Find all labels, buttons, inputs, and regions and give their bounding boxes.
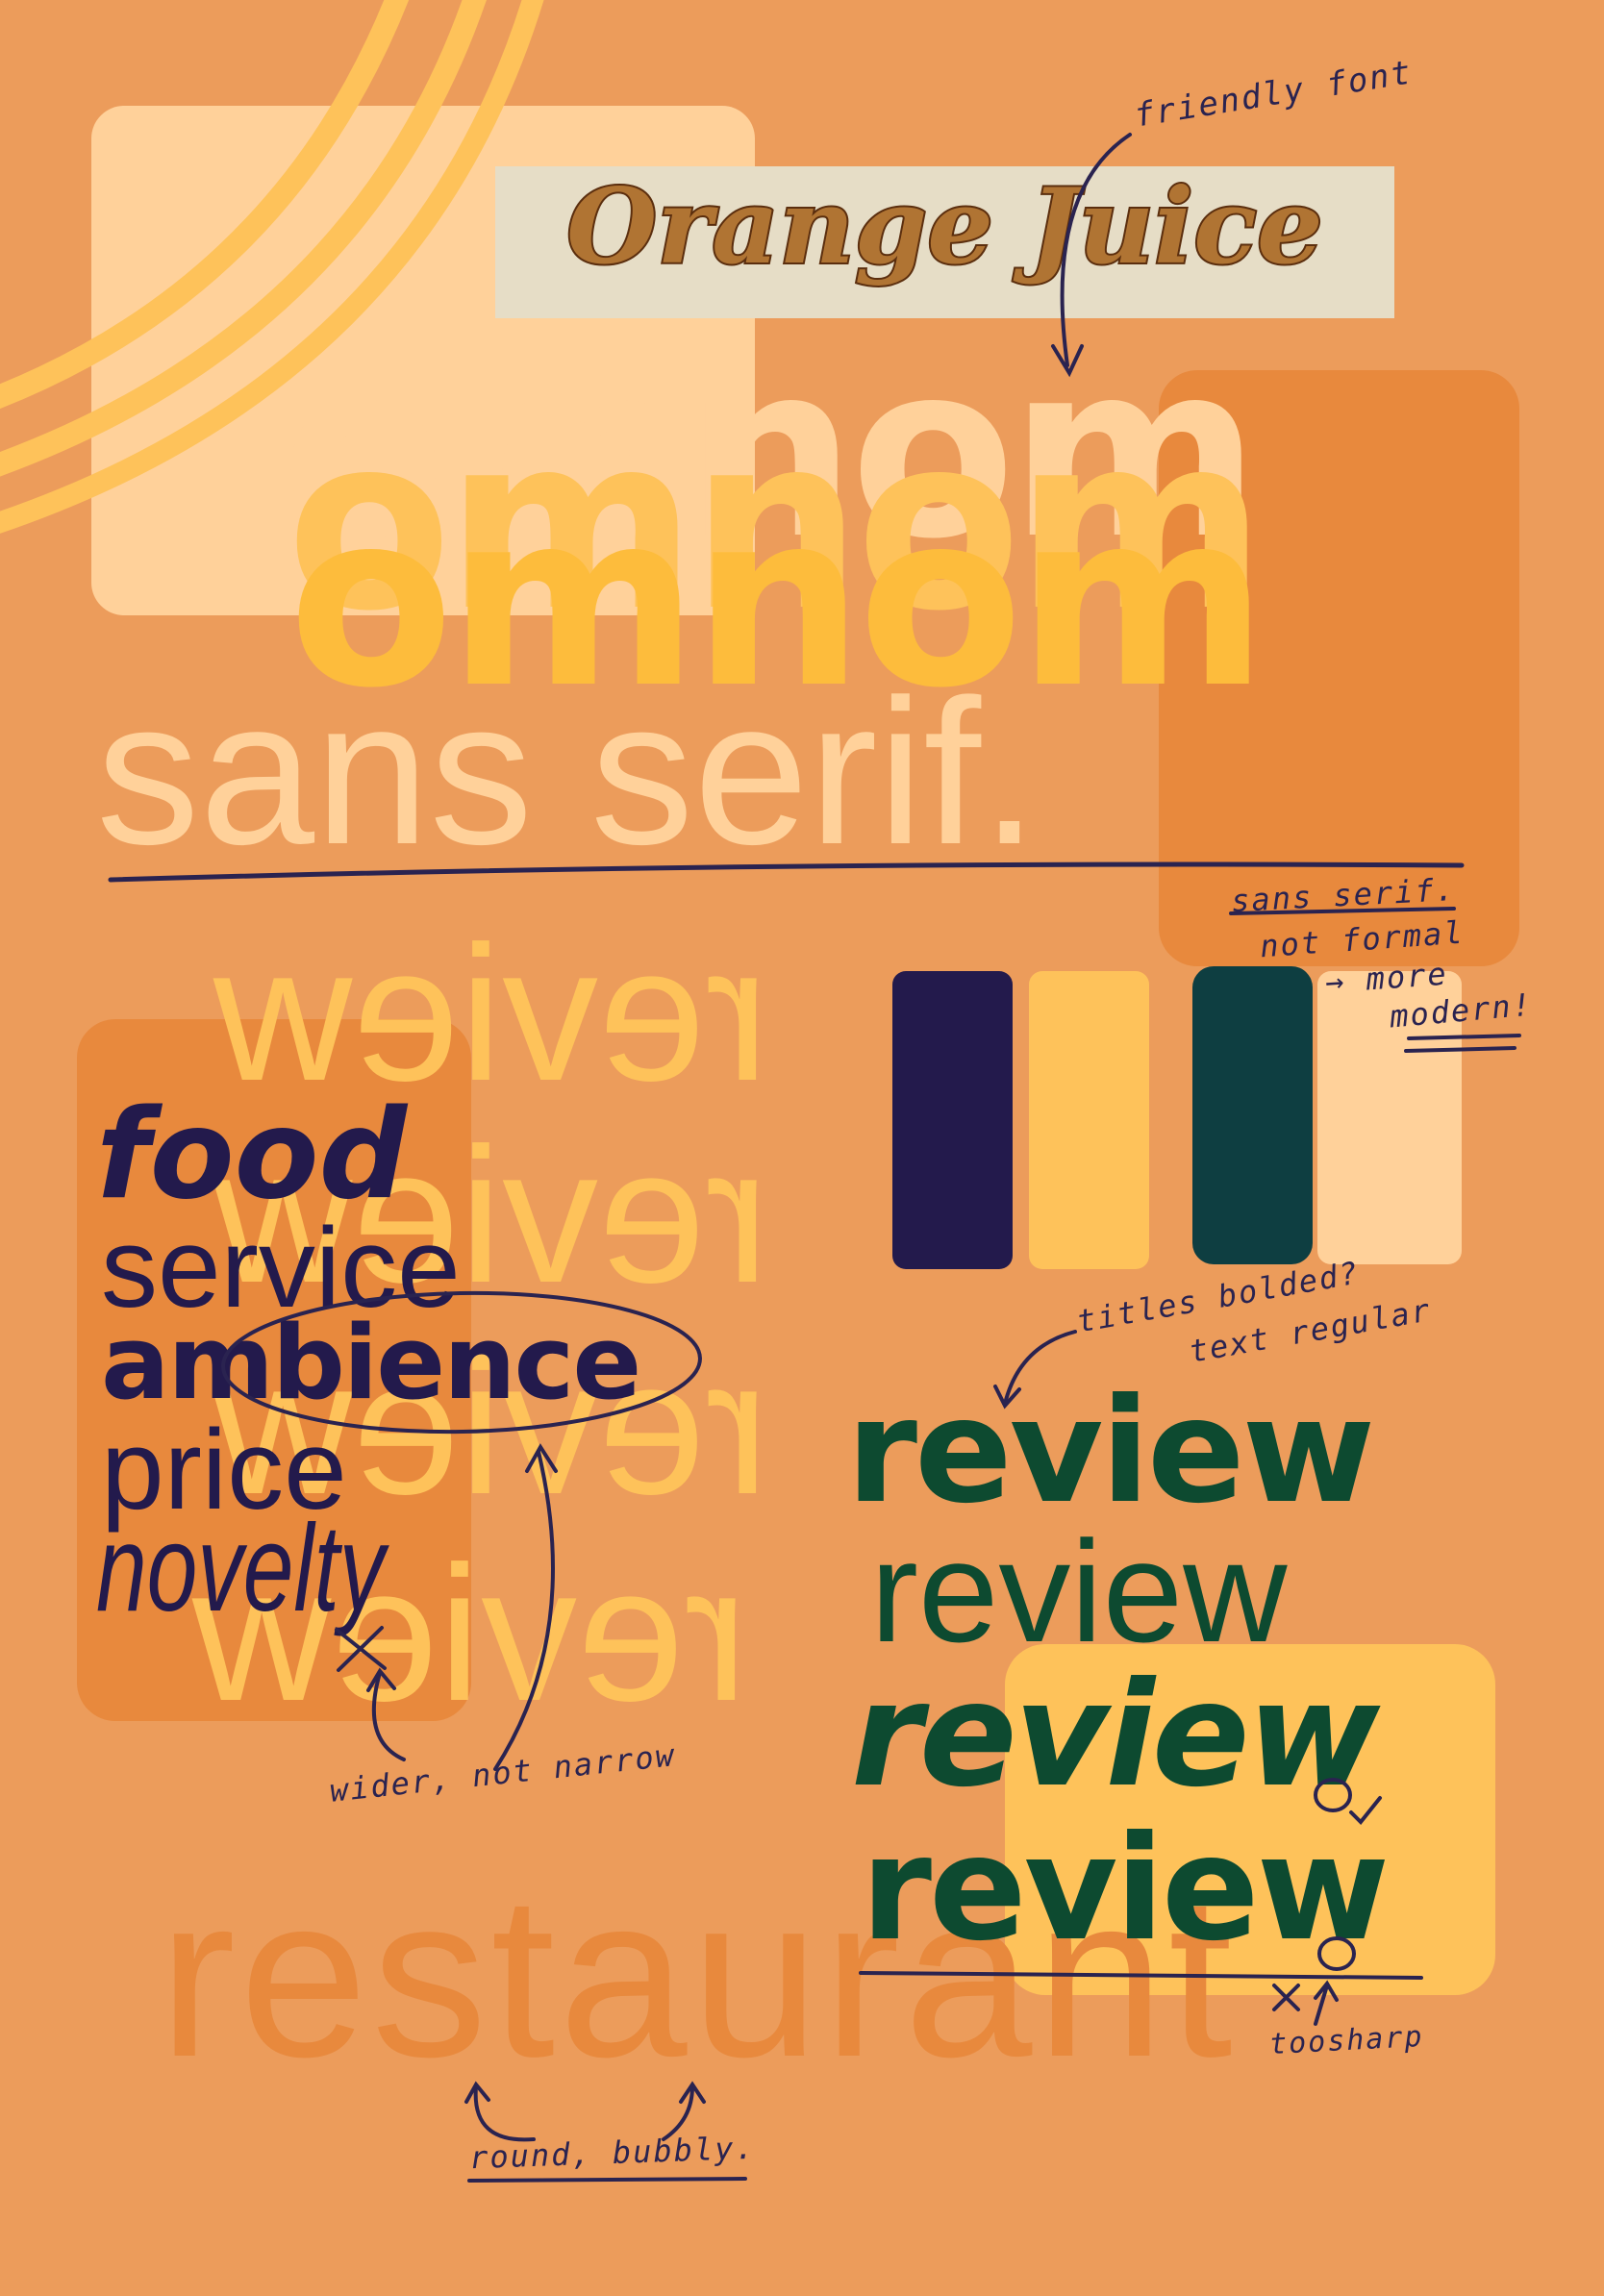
ink-marks <box>108 133 1521 2183</box>
review-italic-o-circle <box>1314 1778 1352 1812</box>
modern-underline-1 <box>1407 1034 1521 1040</box>
ambience-arrow <box>493 1450 555 1771</box>
review-italic-check <box>1349 1796 1382 1825</box>
review-stack-underline <box>859 1971 1423 1980</box>
novelty-arrow <box>371 1671 406 1761</box>
moodboard-canvas: restaurant sans serif. omnom omnom omnom… <box>0 0 1604 2296</box>
modern-underline-2 <box>1404 1046 1516 1053</box>
friendly-font-arrow <box>1060 133 1132 367</box>
novelty-arrowhead <box>366 1667 396 1692</box>
sans-serif-underline <box>108 861 1465 883</box>
ambience-circle <box>221 1290 702 1435</box>
round-bubbly-underline <box>467 2177 747 2183</box>
review-bold-o-circle <box>1317 1936 1356 1971</box>
